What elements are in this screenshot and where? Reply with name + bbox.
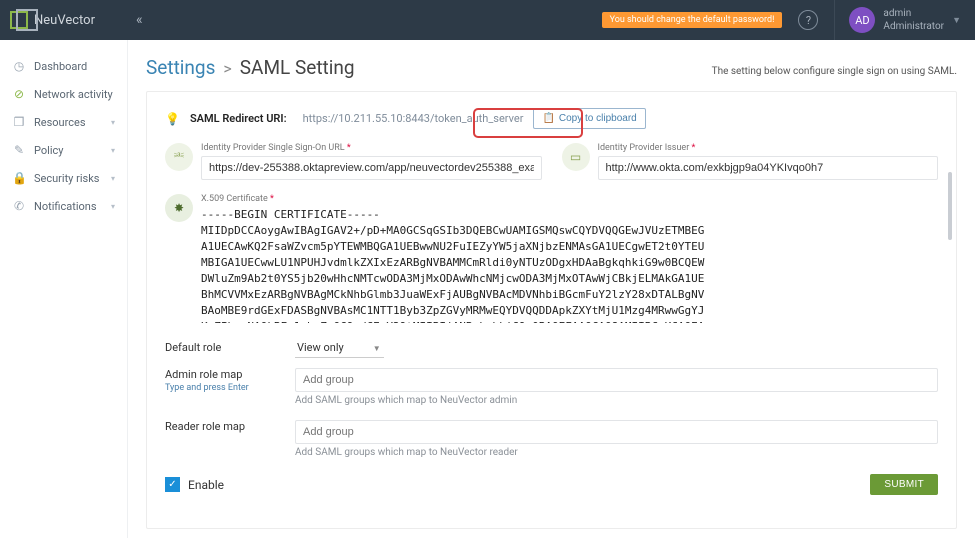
sso-url-label: Identity Provider Single Sign-On URL * (201, 143, 542, 153)
avatar: AD (849, 7, 875, 33)
sidebar-item-resources[interactable]: ❒Resources▾ (0, 108, 127, 136)
breadcrumb: Settings > SAML Setting The setting belo… (146, 56, 957, 79)
issuer-input[interactable] (598, 156, 939, 180)
gauge-icon: ◷ (12, 59, 26, 73)
submit-button[interactable]: SUBMIT (870, 474, 938, 495)
card-icon: ▭ (562, 143, 590, 171)
default-role-label: Default role (165, 341, 295, 354)
admin-role-map-sub: Type and press Enter (165, 383, 295, 393)
chevron-down-icon: ▾ (111, 202, 115, 211)
redirect-row: 💡 SAML Redirect URI: https://10.211.55.1… (165, 104, 938, 143)
main: Settings > SAML Setting The setting belo… (128, 40, 975, 538)
reader-role-map-label: Reader role map (165, 420, 295, 433)
lock-icon: 🔒 (12, 171, 26, 185)
sidebar-item-policy[interactable]: ✎Policy▾ (0, 136, 127, 164)
sidebar-item-security[interactable]: 🔒Security risks▾ (0, 164, 127, 192)
user-name: admin (883, 7, 944, 20)
scrollbar[interactable] (948, 172, 952, 240)
pin-icon: ✎ (12, 143, 26, 157)
user-menu[interactable]: AD admin Administrator ▼ (835, 7, 975, 33)
admin-role-map-input[interactable] (295, 368, 938, 392)
admin-role-map-label: Admin role map Type and press Enter (165, 368, 295, 393)
password-warning-badge[interactable]: You should change the default password! (602, 12, 783, 28)
chevron-down-icon: ▾ (111, 146, 115, 155)
certificate-icon: ✸ (165, 194, 193, 222)
enable-label: Enable (188, 478, 224, 492)
link-icon: ⊘ (12, 87, 26, 101)
bell-icon: ✆ (12, 199, 26, 213)
sidebar: ◷Dashboard ⊘Network activity ❒Resources▾… (0, 40, 128, 538)
sitemap-icon: ⎃ (165, 143, 193, 171)
sso-url-input[interactable] (201, 156, 542, 180)
brand-text: NeuVector (34, 13, 95, 28)
breadcrumb-root[interactable]: Settings (146, 56, 215, 79)
cert-label: X.509 Certificate * (201, 194, 938, 204)
lightbulb-icon: 💡 (165, 112, 180, 126)
enable-checkbox[interactable]: ✓ (165, 477, 180, 492)
user-role: Administrator (883, 20, 944, 33)
collapse-sidebar-button[interactable]: « (128, 12, 151, 28)
issuer-label: Identity Provider Issuer * (598, 143, 939, 153)
copy-to-clipboard-button[interactable]: 📋 Copy to clipboard (533, 108, 645, 129)
cert-textarea[interactable] (201, 207, 938, 323)
redirect-url: https://10.211.55.10:8443/token_auth_ser… (303, 112, 524, 125)
redirect-label: SAML Redirect URI: (190, 112, 287, 125)
reader-role-map-input[interactable] (295, 420, 938, 444)
sidebar-item-notifications[interactable]: ✆Notifications▾ (0, 192, 127, 220)
sidebar-item-dashboard[interactable]: ◷Dashboard (0, 52, 127, 80)
chevron-down-icon: ▾ (111, 118, 115, 127)
settings-panel: 💡 SAML Redirect URI: https://10.211.55.1… (146, 91, 957, 529)
copy-icon: 📋 (542, 113, 554, 124)
default-role-select[interactable]: View only (295, 338, 384, 358)
chevron-down-icon: ▼ (952, 15, 961, 26)
logo-icon (10, 11, 28, 29)
chevron-down-icon: ▼ (373, 344, 381, 353)
sidebar-item-network[interactable]: ⊘Network activity (0, 80, 127, 108)
page-title: SAML Setting (240, 56, 355, 79)
page-description: The setting below configure single sign … (712, 66, 957, 77)
cube-icon: ❒ (12, 115, 26, 129)
user-info: admin Administrator (883, 7, 944, 33)
admin-role-map-hint: Add SAML groups which map to NeuVector a… (295, 395, 938, 406)
logo[interactable]: NeuVector (0, 11, 128, 29)
topbar: NeuVector « You should change the defaul… (0, 0, 975, 40)
breadcrumb-sep: > (223, 59, 231, 78)
help-icon[interactable]: ? (798, 10, 818, 30)
chevron-down-icon: ▾ (111, 174, 115, 183)
reader-role-map-hint: Add SAML groups which map to NeuVector r… (295, 447, 938, 458)
